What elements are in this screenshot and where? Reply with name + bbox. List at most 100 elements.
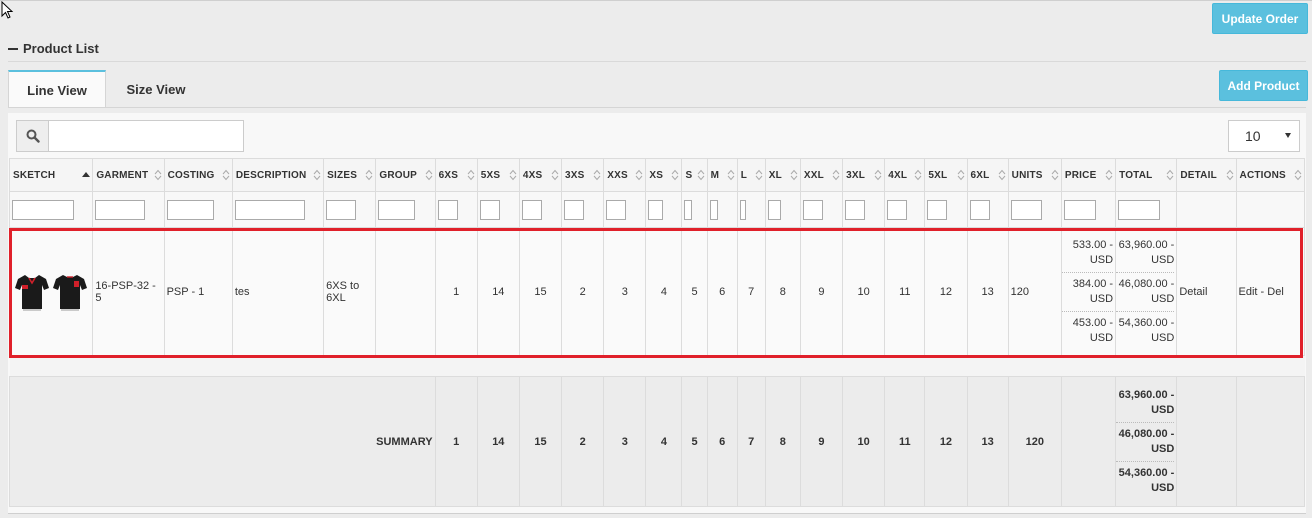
- filter-input-5xl[interactable]: [927, 199, 948, 220]
- filter-input-xs[interactable]: [648, 199, 664, 220]
- search-input[interactable]: [49, 120, 244, 152]
- column-header-sizes[interactable]: SIZES: [323, 158, 377, 192]
- filter-input-sketch[interactable]: [12, 199, 74, 220]
- column-header-label: COSTING: [167, 169, 215, 181]
- filter-input-units[interactable]: [1010, 199, 1042, 220]
- filter-cell: [163, 191, 233, 228]
- column-header-label: DETAIL: [1180, 169, 1217, 181]
- filter-input-3xs[interactable]: [564, 199, 585, 220]
- search-icon[interactable]: [16, 120, 49, 152]
- summary-qty-cell: 6: [706, 376, 738, 507]
- summary-label: SUMMARY: [9, 376, 436, 507]
- sort-icon: [1051, 169, 1059, 181]
- column-header-costing[interactable]: COSTING: [163, 158, 233, 192]
- column-header-sketch[interactable]: SKETCH: [8, 158, 94, 192]
- filter-cell: [1176, 191, 1237, 228]
- column-header-6xs[interactable]: 6XS: [434, 158, 478, 192]
- column-header-label: TOTAL: [1119, 169, 1153, 181]
- column-header-xxl[interactable]: XXL: [799, 158, 844, 192]
- filter-input-s[interactable]: [684, 199, 693, 220]
- add-product-button[interactable]: Add Product: [1219, 70, 1308, 101]
- column-header-5xl[interactable]: 5XL: [924, 158, 968, 192]
- tab-line-view[interactable]: Line View: [8, 70, 106, 108]
- minus-icon[interactable]: [8, 47, 18, 50]
- filter-input-costing[interactable]: [166, 199, 214, 220]
- tab-size-view[interactable]: Size View: [110, 70, 202, 108]
- column-header-label: GARMENT: [96, 169, 149, 181]
- column-header-total[interactable]: TOTAL: [1115, 158, 1178, 192]
- column-header-4xl[interactable]: 4XL: [884, 158, 926, 192]
- filter-cell: [1060, 191, 1117, 228]
- update-order-button[interactable]: Update Order: [1212, 3, 1308, 34]
- qty-cell: 8: [764, 227, 801, 356]
- column-header-6xl[interactable]: 6XL: [966, 158, 1009, 192]
- sort-icon: [790, 169, 798, 181]
- column-header-label: L: [740, 169, 747, 181]
- qty-cell: 3: [603, 227, 647, 356]
- filter-input-l[interactable]: [739, 199, 746, 220]
- qty-cell: 9: [799, 227, 844, 356]
- filter-input-m[interactable]: [709, 199, 718, 220]
- page-size-select[interactable]: 10: [1228, 120, 1300, 152]
- column-header-description[interactable]: DESCRIPTION: [231, 158, 325, 192]
- column-header-garment[interactable]: GARMENT: [92, 158, 165, 192]
- column-header-5xs[interactable]: 5XS: [476, 158, 520, 192]
- column-header-units[interactable]: UNITS: [1007, 158, 1062, 192]
- column-header-detail[interactable]: DETAIL: [1176, 158, 1237, 192]
- column-header-m[interactable]: M: [706, 158, 738, 192]
- column-header-label: XXS: [607, 169, 628, 181]
- filter-cell: [518, 191, 563, 228]
- sketch-cell[interactable]: [8, 227, 94, 356]
- filter-input-group[interactable]: [378, 199, 416, 220]
- qty-cell: 7: [736, 227, 766, 356]
- filter-input-description[interactable]: [234, 199, 305, 220]
- column-header-s[interactable]: S: [681, 158, 708, 192]
- column-header-xl[interactable]: XL: [764, 158, 801, 192]
- filter-cell: [884, 191, 926, 228]
- cursor-icon: [1, 1, 14, 19]
- filter-cell: [1235, 191, 1306, 228]
- filter-input-xxl[interactable]: [802, 199, 823, 220]
- filter-input-total[interactable]: [1118, 199, 1161, 220]
- column-header-3xs[interactable]: 3XS: [561, 158, 605, 192]
- column-header-actions[interactable]: ACTIONS: [1235, 158, 1306, 192]
- filter-input-4xs[interactable]: [521, 199, 542, 220]
- filter-cell: [799, 191, 844, 228]
- summary-price-cell: [1060, 376, 1117, 507]
- tab-label: Size View: [126, 81, 186, 97]
- column-header-xs[interactable]: XS: [645, 158, 683, 192]
- filter-input-xl[interactable]: [767, 199, 781, 220]
- filter-input-sizes[interactable]: [326, 199, 357, 220]
- filter-input-5xs[interactable]: [479, 199, 500, 220]
- actions-links[interactable]: Edit - Del: [1235, 227, 1306, 356]
- filter-input-4xl[interactable]: [887, 199, 908, 220]
- column-header-3xl[interactable]: 3XL: [842, 158, 886, 192]
- sizes-cell: 6XS to 6XL: [323, 227, 377, 356]
- qty-cell: 4: [645, 227, 683, 356]
- section-title: Product List: [23, 41, 99, 56]
- filter-input-6xl[interactable]: [969, 199, 990, 220]
- filter-input-6xs[interactable]: [437, 199, 458, 220]
- section-header[interactable]: Product List: [8, 41, 99, 56]
- column-header-price[interactable]: PRICE: [1060, 158, 1117, 192]
- filter-input-garment[interactable]: [95, 199, 146, 220]
- sort-icon: [1105, 169, 1113, 181]
- column-header-xxs[interactable]: XXS: [603, 158, 647, 192]
- column-header-l[interactable]: L: [736, 158, 766, 192]
- filter-input-xxs[interactable]: [606, 199, 627, 220]
- filter-input-price[interactable]: [1063, 199, 1096, 220]
- sort-icon: [593, 169, 601, 181]
- sort-icon: [222, 169, 230, 181]
- sort-icon: [551, 169, 559, 181]
- column-header-4xs[interactable]: 4XS: [518, 158, 563, 192]
- detail-link[interactable]: Detail: [1176, 227, 1237, 356]
- filter-input-3xl[interactable]: [845, 199, 866, 220]
- column-header-group[interactable]: GROUP: [375, 158, 436, 192]
- description-cell: tes: [231, 227, 325, 356]
- column-header-label: S: [685, 169, 693, 181]
- column-header-label: XS: [649, 169, 664, 181]
- summary-qty-cell: 8: [764, 376, 801, 507]
- sort-icon: [697, 169, 704, 181]
- summary-qty-cell: 11: [884, 376, 926, 507]
- sort-icon: [467, 169, 475, 181]
